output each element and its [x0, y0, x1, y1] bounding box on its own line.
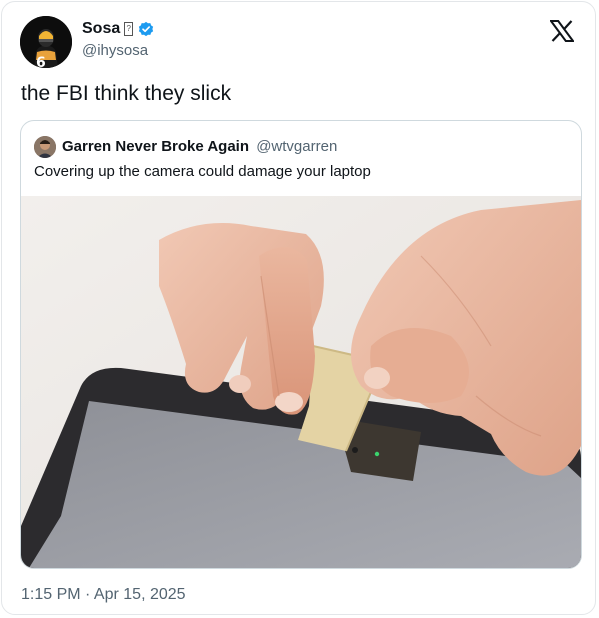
avatar-person-icon: [34, 136, 56, 158]
x-logo-icon[interactable]: [550, 20, 574, 42]
tweet-text: the FBI think they slick: [21, 82, 232, 105]
author-block[interactable]: Sosa ? @ihysosa: [82, 19, 155, 59]
author-name-row: Sosa ?: [82, 19, 155, 39]
author-handle[interactable]: @ihysosa: [82, 42, 155, 59]
quoted-tweet-text: Covering up the camera could damage your…: [34, 163, 371, 180]
author-name[interactable]: Sosa: [82, 20, 120, 38]
quoted-author-name[interactable]: Garren Never Broke Again: [62, 138, 249, 155]
quoted-author[interactable]: Garren Never Broke Again @wtvgarren: [62, 138, 337, 155]
tweet-timestamp[interactable]: 1:15 PM · Apr 15, 2025: [21, 586, 186, 604]
unrendered-emoji-glyph: ?: [124, 22, 134, 36]
author-avatar[interactable]: 6: [20, 16, 72, 68]
tweet-card: 6 Sosa ? @ihysosa the FBI think they sli…: [1, 1, 596, 615]
quoted-author-avatar[interactable]: [34, 136, 56, 158]
avatar-jersey-number: 6: [36, 55, 46, 68]
photo-hands-taping-laptop-webcam: [21, 196, 581, 568]
verified-badge-icon: [139, 21, 154, 37]
quoted-tweet-image[interactable]: [21, 196, 581, 568]
avatar-football-player-icon: 6: [20, 16, 72, 68]
quoted-tweet[interactable]: Garren Never Broke Again @wtvgarren Cove…: [20, 120, 582, 569]
quoted-author-handle[interactable]: @wtvgarren: [256, 138, 337, 155]
